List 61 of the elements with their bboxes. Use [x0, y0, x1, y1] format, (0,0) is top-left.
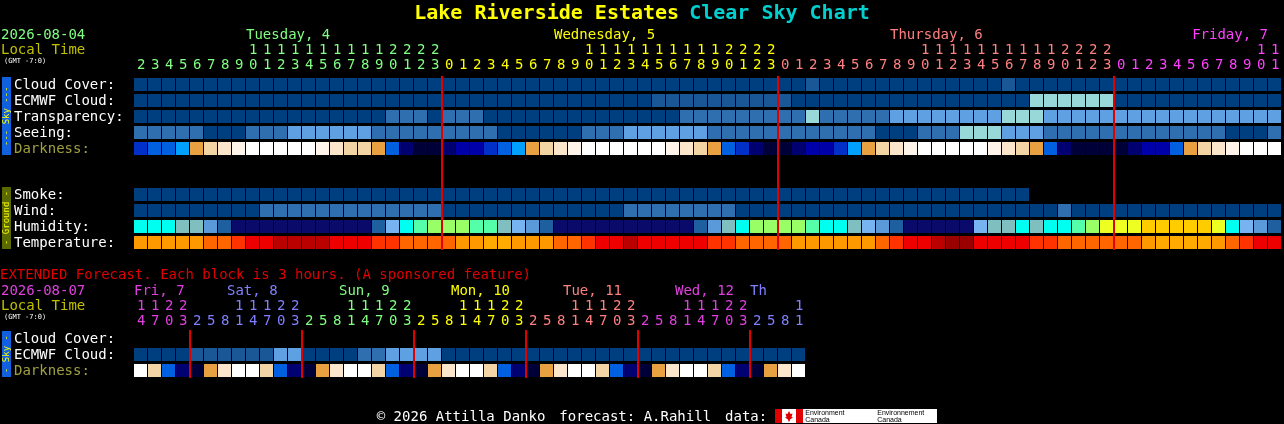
row-label: Smoke: [14, 186, 66, 202]
hour-units: 25814703 [528, 313, 641, 328]
row-label: Wind: [14, 202, 58, 218]
row-label: ECMWF Cloud: [14, 92, 117, 108]
row-label: Seeing: [14, 124, 74, 140]
local-time-label: Local Time [0, 42, 87, 57]
forecast-credit: forecast: A.Rahill [559, 408, 712, 424]
day-label: Tue, 11 [563, 282, 622, 298]
day-label: Mon, 10 [451, 282, 510, 298]
location-title: Lake Riverside Estates [414, 0, 680, 24]
hour-units: 25814703 [640, 313, 753, 328]
hour-units: 25814703 [192, 313, 305, 328]
hour-tens: 11122 [570, 298, 641, 313]
hour-units: 2581 [752, 313, 809, 328]
hour-tens: 1 [794, 298, 809, 313]
midnight-line [301, 330, 303, 378]
data-credit: data: [725, 408, 768, 424]
hour-units: 012345678901234567890123 [444, 57, 781, 72]
day-label: Sat, 8 [227, 282, 278, 298]
date-label: 2026-08-04 [0, 26, 87, 42]
hour-tens: 1122 [136, 298, 193, 313]
day-label: Fri, 7 [134, 282, 185, 298]
midnight-line [749, 330, 751, 378]
hour-units: 25814703 [416, 313, 529, 328]
extended-note: EXTENDED Forecast. Each block is 3 hours. (A sponsored feature) [0, 266, 532, 282]
hour-tens: 11122 [458, 298, 529, 313]
hour-units: 4703 [136, 313, 193, 328]
day-label: Wednesday, 5 [554, 26, 656, 42]
hour-tens: 11122 [682, 298, 753, 313]
chart-title: Clear Sky Chart [689, 0, 870, 24]
day-label: Sun, 9 [339, 282, 390, 298]
row-label: Humidity: [14, 218, 91, 234]
midnight-line [189, 330, 191, 378]
day-label: Wed, 12 [675, 282, 734, 298]
row-label: Cloud Cover: [14, 76, 117, 92]
midnight-line [637, 330, 639, 378]
copyright-text: © 2026 Attilla Danko [376, 408, 546, 424]
row-label: ECMWF Cloud: [14, 346, 117, 362]
hour-tens: 11111111112222 [921, 42, 1117, 57]
hour-units: 012345678901234567890123 [780, 57, 1117, 72]
day-label: Th [750, 282, 767, 298]
row-label: Darkness: [14, 362, 91, 378]
hour-units: 25814703 [304, 313, 417, 328]
day-label: Friday, 7 [1192, 26, 1268, 42]
row-label: Transparency: [14, 108, 125, 124]
hour-tens: 11122 [234, 298, 305, 313]
hour-units: 2345678901234567890123 [136, 57, 445, 72]
hour-tens: 11122 [346, 298, 417, 313]
hour-tens: 11111111112222 [585, 42, 781, 57]
day-label: Thursday, 6 [890, 26, 983, 42]
hour-units: 012345678901 [1116, 57, 1284, 72]
row-label: Cloud Cover: [14, 330, 117, 346]
local-time-label: Local Time [0, 298, 87, 313]
hour-tens: 11 [1256, 42, 1284, 57]
midnight-line [413, 330, 415, 378]
midnight-line [525, 330, 527, 378]
date-label: 2026-08-07 [0, 282, 87, 298]
hour-tens: 11111111112222 [249, 42, 445, 57]
row-label: Darkness: [14, 140, 91, 156]
row-label: Temperature: [14, 234, 117, 250]
day-label: Tuesday, 4 [246, 26, 331, 42]
